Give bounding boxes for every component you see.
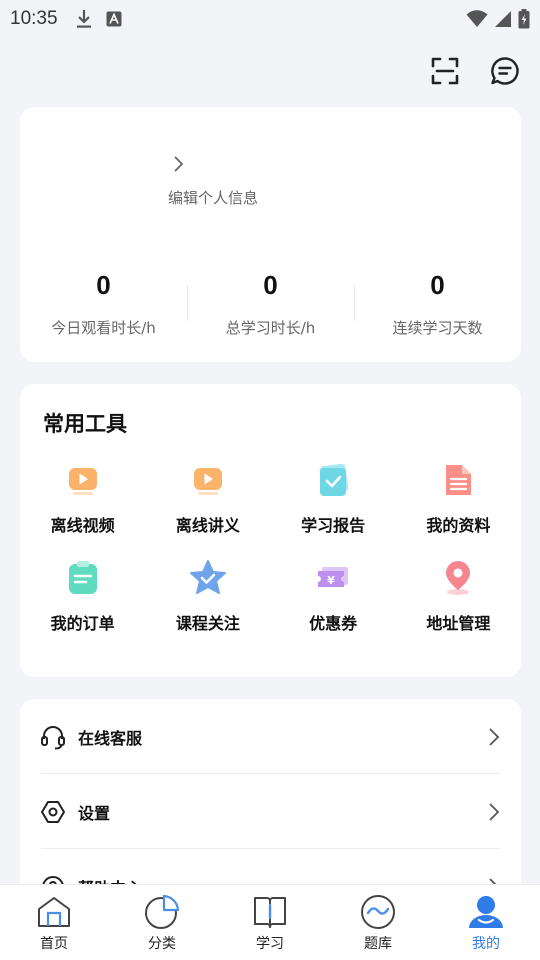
tool-label: 地址管理 (426, 614, 491, 633)
tool-label: 我的资料 (426, 516, 491, 535)
stat-value: 0 (96, 270, 111, 300)
stat-label: 总学习时长/h (225, 319, 316, 337)
location-pin-icon (446, 561, 471, 595)
profile-card: 编辑个人信息 0 今日观看时长/h 0 总学习时长/h 0 连续学习天数 (20, 107, 521, 362)
tool-study-report[interactable]: 学习报告 (271, 460, 396, 536)
menu-item-settings[interactable]: 设置 (20, 774, 521, 849)
play-handout-icon (193, 468, 222, 495)
home-icon (38, 897, 70, 927)
battery-icon (518, 9, 530, 29)
tab-label: 分类 (148, 936, 176, 952)
tab-study[interactable]: 学习 (216, 885, 324, 960)
tool-label: 课程关注 (175, 614, 240, 633)
coupon-icon: ¥ (318, 567, 349, 587)
tab-home[interactable]: 首页 (0, 885, 108, 960)
tool-my-orders[interactable]: 我的订单 (20, 558, 145, 634)
user-icon (469, 896, 503, 928)
tab-label: 学习 (256, 936, 284, 952)
tool-offline-video[interactable]: 离线视频 (20, 460, 145, 536)
category-pie-icon (145, 894, 180, 929)
wifi-icon (466, 10, 488, 27)
book-icon (254, 897, 286, 928)
chevron-right-icon[interactable] (170, 153, 186, 175)
question-bank-icon (361, 895, 395, 929)
status-time: 10:35 (10, 8, 58, 29)
scan-button[interactable] (428, 54, 462, 88)
star-check-icon (189, 560, 226, 594)
message-button[interactable] (488, 54, 522, 88)
menu-label: 在线客服 (78, 728, 143, 748)
play-video-icon (68, 468, 97, 495)
tab-label: 首页 (40, 936, 68, 952)
tab-label: 我的 (472, 936, 500, 952)
svg-text:¥: ¥ (327, 574, 335, 587)
tab-mine[interactable]: 我的 (432, 885, 540, 960)
tool-label: 离线讲义 (175, 516, 240, 535)
document-icon (446, 465, 472, 495)
stat-total-study[interactable]: 0 总学习时长/h (187, 267, 354, 338)
menu-item-online-service[interactable]: 在线客服 (20, 699, 521, 774)
download-icon (76, 10, 91, 28)
order-clipboard-icon (68, 561, 97, 594)
bottom-tab-bar: 首页 分类 学习 题库 我的 (0, 884, 540, 960)
headset-icon (41, 725, 65, 749)
stat-label: 今日观看时长/h (51, 319, 156, 337)
report-check-icon (319, 463, 349, 496)
tools-title: 常用工具 (43, 412, 127, 436)
menu-label: 设置 (78, 803, 111, 823)
message-icon (491, 57, 519, 85)
tools-card: 常用工具 离线视频 离线讲义 学习报告 我的资料 我的订单 课程关注 ¥ 优惠券… (20, 384, 521, 677)
chevron-right-icon (489, 802, 500, 821)
tool-course-follow[interactable]: 课程关注 (145, 558, 270, 634)
tool-label: 我的订单 (50, 614, 115, 633)
tool-my-materials[interactable]: 我的资料 (396, 460, 521, 536)
edit-profile-link[interactable]: 编辑个人信息 (168, 187, 258, 208)
stat-streak-days[interactable]: 0 连续学习天数 (354, 267, 521, 338)
tools-grid: 离线视频 离线讲义 学习报告 我的资料 我的订单 课程关注 ¥ 优惠券 地址管理 (20, 460, 521, 634)
settings-hexagon-icon (41, 800, 65, 823)
tool-label: 优惠券 (309, 614, 358, 633)
top-actions (428, 54, 522, 88)
tool-label: 离线视频 (50, 516, 115, 535)
stats-row: 0 今日观看时长/h 0 总学习时长/h 0 连续学习天数 (20, 267, 521, 338)
tool-label: 学习报告 (301, 516, 366, 535)
tab-category[interactable]: 分类 (108, 885, 216, 960)
tab-label: 题库 (364, 936, 392, 952)
tool-offline-handout[interactable]: 离线讲义 (145, 460, 270, 536)
stat-value: 0 (263, 270, 278, 300)
signal-icon (495, 11, 511, 27)
tool-coupon[interactable]: ¥ 优惠券 (271, 558, 396, 634)
stat-value: 0 (430, 270, 445, 300)
stat-label: 连续学习天数 (392, 319, 483, 337)
status-bar: 10:35 (0, 0, 540, 38)
stat-today-watch[interactable]: 0 今日观看时长/h (20, 267, 187, 338)
font-a-icon (106, 11, 122, 27)
chevron-right-icon (489, 727, 500, 746)
tab-question-bank[interactable]: 题库 (324, 885, 432, 960)
scan-icon (431, 57, 459, 85)
tool-address[interactable]: 地址管理 (396, 558, 521, 634)
